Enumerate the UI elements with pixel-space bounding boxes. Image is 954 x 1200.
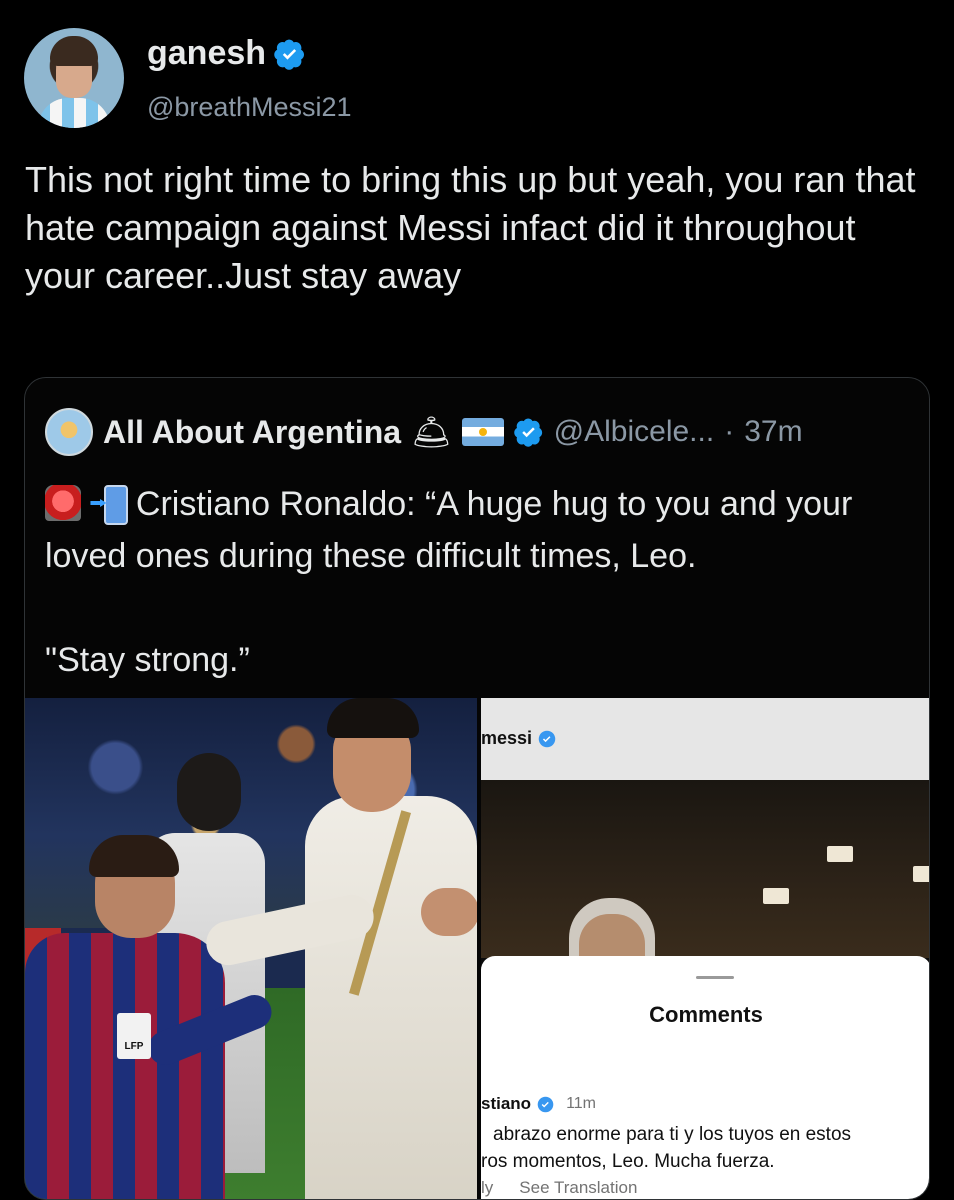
handshake-photo[interactable]: LFP [25,698,477,1199]
author-name-row[interactable]: ganesh [147,34,306,73]
verified-badge-icon [537,1096,554,1112]
comment-line-2: ros momentos, Leo. Mucha fuerza. [481,1151,775,1172]
verified-badge-icon [513,418,542,447]
player-real-madrid [202,698,477,1199]
comment-username[interactable]: stiano [481,1094,531,1114]
bell-icon: 🛎 [411,414,452,450]
verified-badge-icon [274,39,305,70]
quoted-tweet-quote-line: "Stay strong.” [45,641,250,679]
instagram-username: messi [481,728,556,749]
sheet-grabber[interactable] [696,976,734,979]
comment-line-1: abrazo enorme para ti y los tuyos en est… [493,1124,852,1145]
comment-text: abrazo enorme para ti y los tuyos en est… [481,1121,929,1175]
instagram-post-photo [481,780,929,958]
instagram-username-text: messi [481,728,533,748]
dot-separator: · [724,415,735,448]
author-handle[interactable]: @breathMessi21 [147,92,352,123]
lfp-badge: LFP [117,1013,151,1059]
quoted-author-handle[interactable]: @Albicele... [554,415,715,449]
comment-actions: ly See Translation [481,1178,637,1198]
quoted-tweet-time[interactable]: 37m [744,415,802,449]
tweet: ganesh @breathMessi21 This not right tim… [0,0,954,1200]
instagram-header: messi [481,698,929,780]
comment-header: stiano 11m [481,1094,596,1114]
instagram-screenshot[interactable]: messi Comments stiano 11m abrazo enorme … [481,698,929,1199]
quoted-tweet-header: All About Argentina 🛎 @Albicele... · 37m [45,408,803,456]
quoted-author-avatar[interactable] [45,408,93,456]
quoted-tweet[interactable]: All About Argentina 🛎 @Albicele... · 37m… [24,377,930,1200]
quoted-author-name[interactable]: All About Argentina [103,414,401,451]
verified-badge-icon [538,730,556,747]
comment-time: 11m [566,1095,596,1112]
handshake [421,888,477,936]
phone-arrow-icon [90,485,129,525]
author-avatar[interactable] [24,28,124,128]
author-name[interactable]: ganesh [147,34,266,73]
siren-icon [45,485,81,521]
reply-button[interactable]: ly [481,1178,493,1198]
see-translation-button[interactable]: See Translation [519,1178,637,1198]
comments-title: Comments [649,1002,763,1027]
quoted-tweet-text: Cristiano Ronaldo: “A huge hug to you an… [45,478,915,582]
quoted-tweet-body: Cristiano Ronaldo: “A huge hug to you an… [45,485,853,575]
argentina-flag-icon [461,418,504,446]
player-barcelona: LFP [25,835,277,1199]
instagram-comments-sheet: Comments stiano 11m abrazo enorme para t… [481,956,929,1199]
tweet-text: This not right time to bring this up but… [25,159,916,296]
